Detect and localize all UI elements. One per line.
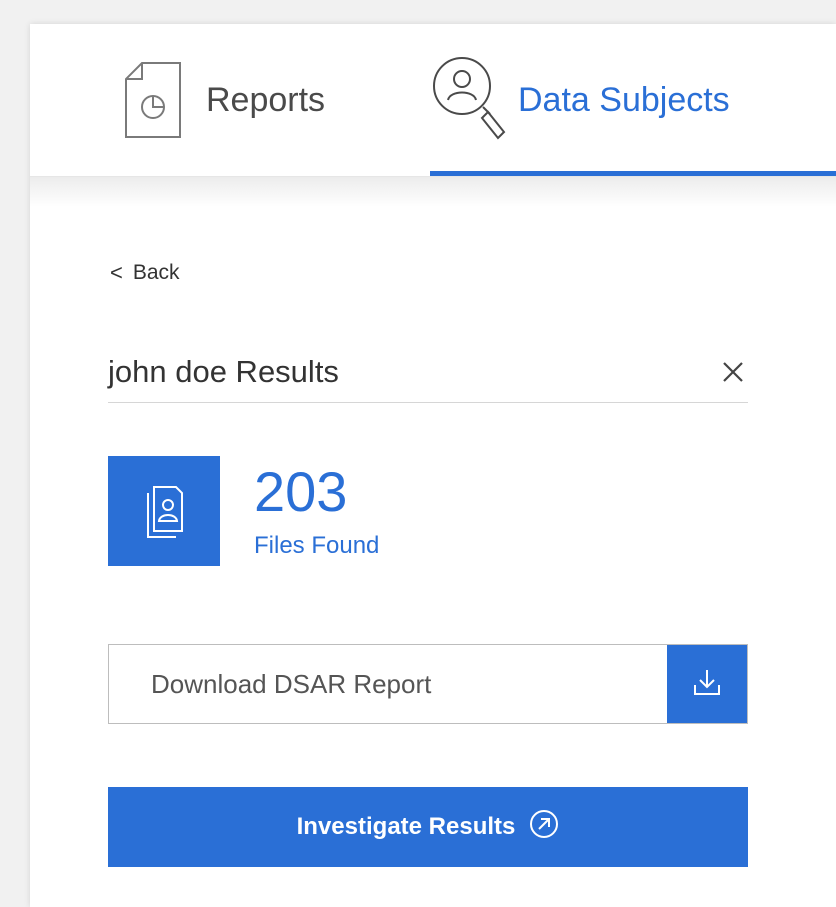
back-label: Back	[132, 261, 180, 284]
results-header: john doe Results	[108, 342, 748, 403]
tab-data-subjects[interactable]: Data Subjects	[428, 24, 730, 176]
download-button[interactable]	[667, 645, 747, 723]
data-subject-search-icon	[428, 52, 510, 148]
arrow-up-right-icon	[529, 809, 559, 846]
active-tab-indicator	[430, 171, 836, 176]
files-found-label: Files Found	[254, 532, 380, 559]
tab-data-subjects-label: Data Subjects	[518, 80, 730, 119]
page: Reports Data Subjects < Back john doe Re…	[0, 0, 836, 907]
investigate-results-button[interactable]: Investigate Results	[108, 787, 748, 867]
tab-reports-label: Reports	[206, 80, 326, 119]
report-document-icon	[122, 59, 184, 141]
tab-reports[interactable]: Reports	[122, 24, 325, 176]
results-title: john doe Results	[108, 354, 339, 389]
back-link[interactable]: < Back	[110, 260, 180, 286]
chevron-left-icon: <	[110, 260, 123, 285]
person-files-icon	[108, 456, 220, 566]
download-icon	[692, 667, 722, 702]
download-dsar-report: Download DSAR Report	[108, 644, 748, 724]
download-dsar-label: Download DSAR Report	[151, 668, 432, 699]
data-subjects-panel: Reports Data Subjects < Back john doe Re…	[30, 24, 836, 907]
investigate-results-label: Investigate Results	[296, 813, 516, 840]
close-icon[interactable]	[718, 357, 748, 387]
tab-bar-shadow	[30, 177, 836, 207]
files-found-count: 203	[254, 460, 348, 523]
tab-bar: Reports Data Subjects	[30, 24, 836, 177]
